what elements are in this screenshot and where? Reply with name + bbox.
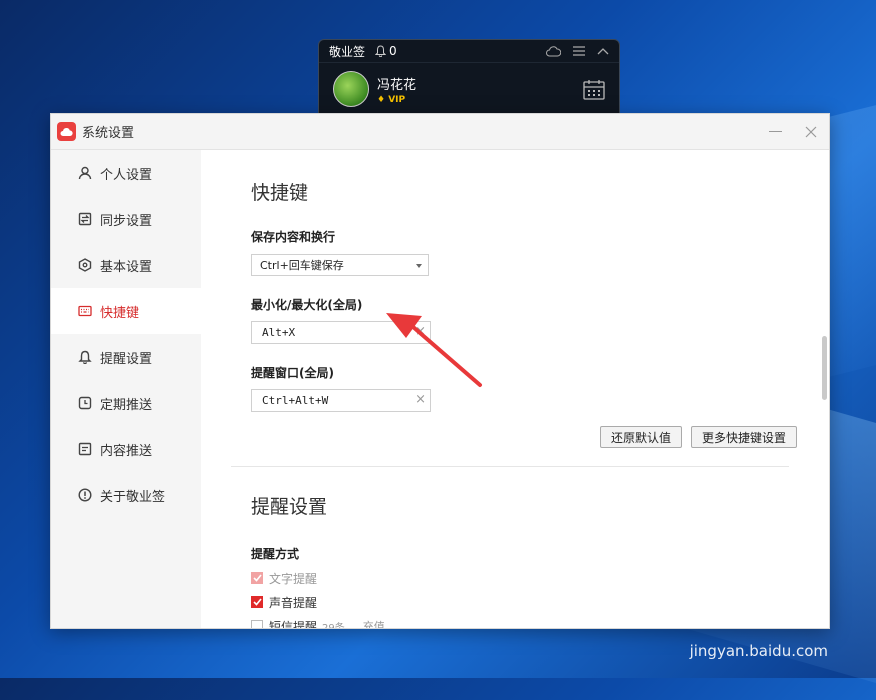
annotation-arrow bbox=[386, 313, 482, 387]
watermark-url: jingyan.baidu.com bbox=[689, 642, 828, 660]
svg-text:Bai: Bai bbox=[666, 590, 713, 623]
svg-text:经验: 经验 bbox=[756, 589, 816, 623]
baidu-watermark-logo: Bai 经验 bbox=[666, 580, 826, 630]
